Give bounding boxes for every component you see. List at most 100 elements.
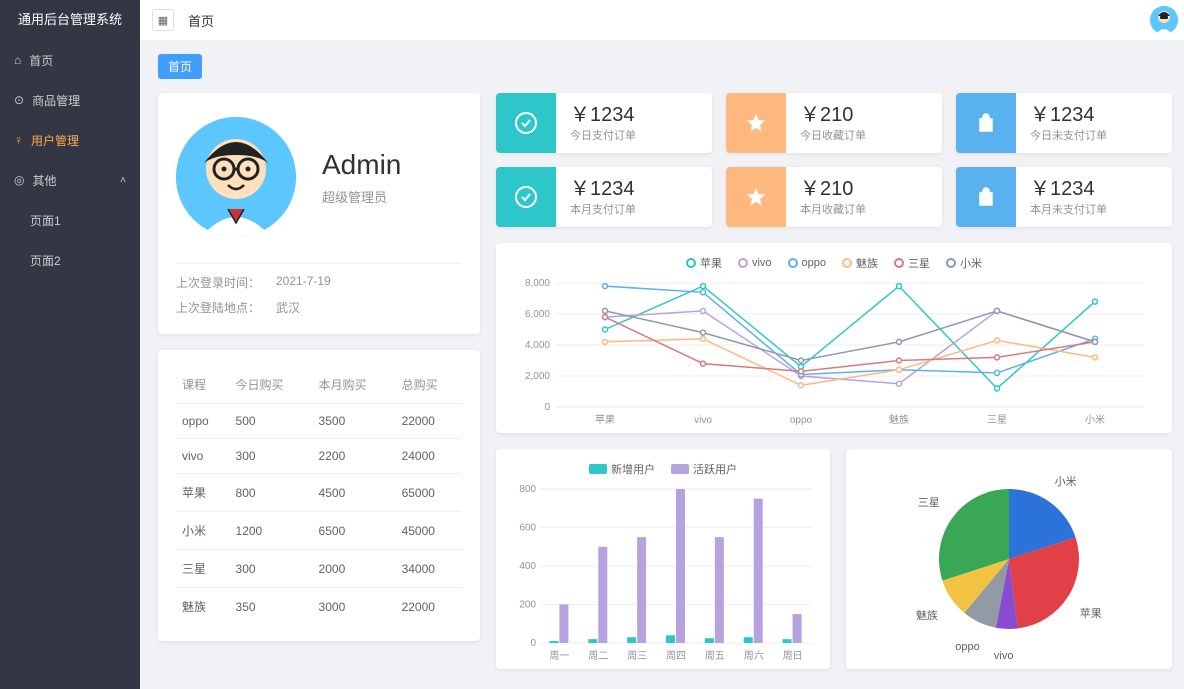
- table-row: vivo300220024000: [176, 439, 462, 474]
- sidebar-item-other[interactable]: ◎ 其他 ˄: [0, 160, 140, 200]
- user-card: Admin 超级管理员 上次登录时间： 2021-7-19 上次登陆地点： 武汉: [158, 93, 480, 334]
- svg-text:周五: 周五: [705, 650, 725, 662]
- sidebar-item-label: 商品管理: [32, 92, 80, 109]
- stat-value: ￥210: [800, 103, 928, 127]
- stat-card: ￥1234 本月未支付订单: [956, 167, 1172, 227]
- svg-text:周二: 周二: [588, 650, 608, 662]
- sidebar-item-page2[interactable]: 页面2: [0, 240, 140, 280]
- stat-card: ￥1234 今日支付订单: [496, 93, 712, 153]
- sidebar: 通用后台管理系统 ⌂ 首页 ⊙ 商品管理 ♀ 用户管理 ◎ 其他 ˄ 页面1 页…: [0, 0, 140, 689]
- svg-text:8,000: 8,000: [525, 278, 550, 289]
- purchase-table: 课程今日购买本月购买总购买 oppo500350022000vivo300220…: [176, 366, 462, 625]
- line-chart: 02,0004,0006,0008,000苹果vivooppo魅族三星小米: [514, 277, 1154, 427]
- sidebar-item-page1[interactable]: 页面1: [0, 200, 140, 240]
- header: ▦ 首页: [140, 0, 1184, 40]
- svg-text:2,000: 2,000: [525, 371, 550, 382]
- avatar[interactable]: [1150, 6, 1178, 34]
- bar-chart: 0200400600800周一周二周三周四周五周六周日: [508, 483, 818, 663]
- svg-text:400: 400: [519, 561, 536, 572]
- stat-label: 本月收藏订单: [800, 201, 928, 217]
- grid-icon: ▦: [158, 14, 168, 27]
- last-login-loc: 武汉: [276, 299, 300, 316]
- svg-text:三星: 三星: [987, 414, 1007, 426]
- user-name: Admin: [322, 149, 401, 181]
- legend-item[interactable]: 新增用户: [589, 461, 655, 477]
- pie-label: 三星: [918, 494, 940, 510]
- bag-icon: [956, 93, 1016, 153]
- user-role: 超级管理员: [322, 187, 401, 206]
- pie-chart-card: 小米苹果vivooppo魅族三星: [846, 449, 1172, 669]
- table-header: 今日购买: [230, 366, 313, 404]
- svg-text:0: 0: [530, 638, 536, 649]
- stat-label: 今日支付订单: [570, 127, 698, 143]
- svg-text:周四: 周四: [666, 650, 686, 662]
- sidebar-item-products[interactable]: ⊙ 商品管理: [0, 80, 140, 120]
- svg-text:周日: 周日: [783, 650, 803, 662]
- legend-item[interactable]: vivo: [738, 255, 772, 271]
- svg-text:魅族: 魅族: [889, 413, 909, 426]
- sidebar-item-label: 页面1: [30, 212, 61, 229]
- pie-label: 小米: [1055, 473, 1077, 489]
- stat-value: ￥210: [800, 177, 928, 201]
- svg-text:小米: 小米: [1085, 413, 1105, 426]
- legend-item[interactable]: 魅族: [842, 255, 878, 271]
- sidebar-item-users[interactable]: ♀ 用户管理: [0, 120, 140, 160]
- pie-label: 苹果: [1080, 605, 1102, 621]
- legend-item[interactable]: 小米: [946, 255, 982, 271]
- table-row: 苹果800450065000: [176, 474, 462, 512]
- table-header: 总购买: [396, 366, 462, 404]
- legend-item[interactable]: oppo: [788, 255, 826, 271]
- svg-text:800: 800: [519, 484, 536, 495]
- svg-text:4,000: 4,000: [525, 340, 550, 351]
- svg-text:6,000: 6,000: [525, 309, 550, 320]
- stat-label: 今日收藏订单: [800, 127, 928, 143]
- stat-card: ￥1234 本月支付订单: [496, 167, 712, 227]
- location-icon: ◎: [14, 173, 24, 187]
- star-icon: [726, 167, 786, 227]
- star-icon: [726, 93, 786, 153]
- sidebar-item-label: 其他: [32, 172, 56, 189]
- page-tag[interactable]: 首页: [158, 54, 202, 79]
- avatar-icon: [176, 117, 296, 237]
- table-row: 魅族350300022000: [176, 588, 462, 626]
- stat-card: ￥210 本月收藏订单: [726, 167, 942, 227]
- sidebar-item-label: 首页: [29, 52, 53, 69]
- bag-icon: [956, 167, 1016, 227]
- stat-value: ￥1234: [1030, 177, 1158, 201]
- legend-item[interactable]: 三星: [894, 255, 930, 271]
- pie-label: vivo: [994, 650, 1014, 662]
- last-login-loc-label: 上次登陆地点：: [176, 299, 276, 316]
- chevron-up-icon: ˄: [120, 175, 126, 186]
- svg-text:oppo: oppo: [790, 415, 813, 426]
- app-title: 通用后台管理系统: [0, 0, 140, 40]
- svg-text:vivo: vivo: [694, 415, 712, 426]
- purchase-table-card: 课程今日购买本月购买总购买 oppo500350022000vivo300220…: [158, 350, 480, 641]
- last-login-time-label: 上次登录时间：: [176, 274, 276, 291]
- check-icon: [496, 167, 556, 227]
- sidebar-item-label: 用户管理: [31, 132, 79, 149]
- avatar-icon: [1150, 6, 1178, 34]
- legend-item[interactable]: 活跃用户: [671, 461, 737, 477]
- sidebar-item-home[interactable]: ⌂ 首页: [0, 40, 140, 80]
- home-icon: ⌂: [14, 53, 21, 67]
- table-header: 本月购买: [313, 366, 396, 404]
- legend-item[interactable]: 苹果: [686, 255, 722, 271]
- table-header: 课程: [176, 366, 230, 404]
- breadcrumb: 首页: [188, 11, 214, 30]
- stat-label: 今日未支付订单: [1030, 127, 1158, 143]
- menu-toggle-button[interactable]: ▦: [152, 9, 174, 31]
- stat-value: ￥1234: [1030, 103, 1158, 127]
- stat-value: ￥1234: [570, 103, 698, 127]
- svg-text:200: 200: [519, 600, 536, 611]
- stat-label: 本月未支付订单: [1030, 201, 1158, 217]
- pie-label: 魅族: [916, 607, 938, 623]
- table-row: 三星300200034000: [176, 550, 462, 588]
- stat-label: 本月支付订单: [570, 201, 698, 217]
- pie-chart: [919, 469, 1099, 649]
- table-row: 小米1200650045000: [176, 512, 462, 550]
- avatar-large: [176, 117, 296, 237]
- line-chart-card: 苹果vivooppo魅族三星小米 02,0004,0006,0008,000苹果…: [496, 243, 1172, 433]
- user-icon: ♀: [14, 133, 23, 147]
- stat-value: ￥1234: [570, 177, 698, 201]
- svg-text:周一: 周一: [549, 650, 569, 662]
